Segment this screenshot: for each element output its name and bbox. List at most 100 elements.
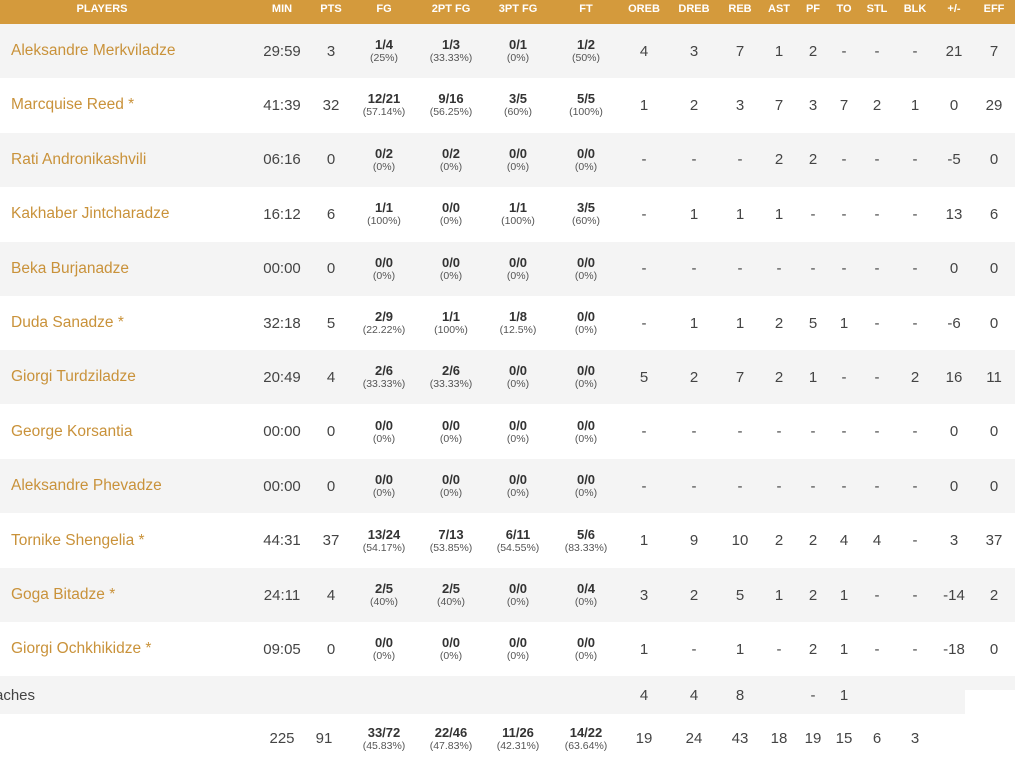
cell-ast: - — [776, 423, 782, 441]
cell-ft: 3/5 (60%) — [572, 187, 600, 241]
cell-oreb: 4 — [639, 42, 649, 60]
cell-fg-made: 0/0 — [374, 417, 394, 433]
cell-oreb: - — [641, 477, 647, 495]
cell-fg: 13/24 (54.17%) — [363, 514, 406, 568]
cell-fg-pct: (25%) — [369, 52, 399, 64]
cell-min: 20:49 — [263, 368, 301, 386]
cell-pm: 3 — [949, 532, 959, 550]
cell-stl: 4 — [872, 532, 882, 550]
cell-stl: - — [874, 368, 880, 386]
cell-fg3-pct: (0%) — [506, 269, 530, 282]
total-ft-pct: (63.64%) — [564, 739, 608, 752]
header-oreb[interactable]: OREB — [628, 0, 660, 20]
cell-fg: 1/1 (100%) — [367, 187, 401, 241]
cell-blk: 2 — [910, 368, 920, 386]
cell-to: - — [841, 205, 847, 223]
cell-fg3-made: 0/0 — [508, 363, 528, 379]
cell-dreb: 2 — [689, 96, 699, 114]
cell-fg: 0/0 (0%) — [373, 242, 395, 296]
cell-pm: -5 — [947, 151, 961, 169]
header-reb[interactable]: REB — [728, 0, 751, 20]
cell-min: 24:11 — [263, 586, 301, 604]
cell-ast: 1 — [774, 586, 784, 604]
cell-fg2-made: 0/0 — [441, 635, 461, 651]
cell-dreb: - — [691, 151, 697, 169]
cell-eff: 0 — [989, 477, 999, 495]
player-name-link[interactable]: Giorgi Ochkhikidze * — [11, 622, 151, 676]
player-name-link[interactable]: Goga Bitadze * — [11, 568, 115, 622]
cell-ft-made: 0/0 — [576, 145, 596, 161]
cell-fg2-made: 1/3 — [441, 37, 461, 52]
cell-ft: 5/5 (100%) — [569, 78, 603, 132]
header-ft[interactable]: FT — [579, 0, 592, 20]
header-players[interactable]: PLAYERS — [77, 0, 128, 20]
header-eff[interactable]: EFF — [984, 0, 1005, 20]
cell-fg3-made: 0/0 — [508, 254, 528, 270]
header-3pt-fg[interactable]: 3PT FG — [499, 0, 538, 20]
header-stl[interactable]: STL — [867, 0, 888, 20]
header-min[interactable]: MIN — [272, 0, 292, 20]
cell-to: 1 — [839, 314, 849, 332]
cell-fg2-made: 0/0 — [441, 417, 461, 433]
player-name-link[interactable]: Aleksandre Merkviladze — [11, 24, 176, 78]
cell-fg2-pct: (33.33%) — [429, 52, 473, 64]
cell-ft-pct: (0%) — [574, 596, 598, 608]
header-2pt-fg[interactable]: 2PT FG — [432, 0, 471, 20]
cell-fg-made: 0/0 — [374, 635, 394, 651]
player-name-link[interactable]: Beka Burjanadze — [11, 242, 129, 296]
cell-to: - — [841, 368, 847, 386]
cell-fg3: 0/0 (0%) — [507, 405, 529, 459]
cell-to: - — [841, 260, 847, 278]
header-pts[interactable]: PTS — [320, 0, 341, 20]
total-pts: 91 — [315, 730, 333, 747]
total-ft-made: 14/22 — [569, 724, 603, 740]
header-pf[interactable]: PF — [806, 0, 820, 20]
cell-eff: 0 — [989, 260, 999, 278]
header-fg[interactable]: FG — [376, 0, 391, 20]
cell-to: - — [841, 477, 847, 495]
cell-pf: 2 — [808, 640, 818, 658]
cell-fg: 2/5 (40%) — [370, 568, 398, 622]
cell-ast: 2 — [774, 151, 784, 169]
cell-ft: 0/0 (0%) — [575, 133, 597, 187]
cell-pm: -6 — [947, 314, 961, 332]
cell-fg-made: 2/6 — [374, 363, 394, 379]
player-name-link[interactable]: Duda Sanadze * — [11, 296, 124, 350]
player-name-link[interactable]: Giorgi Turdziladze — [11, 350, 136, 404]
cell-pf: 2 — [808, 532, 818, 550]
cell-pm: 0 — [949, 477, 959, 495]
header-ast[interactable]: AST — [768, 0, 790, 20]
total-fg-made: 33/72 — [367, 724, 401, 740]
cell-blk: - — [912, 205, 918, 223]
cell-fg: 2/9 (22.22%) — [363, 296, 406, 350]
cell-fg-made: 1/1 — [374, 200, 394, 216]
player-name-link[interactable]: Marcquise Reed * — [11, 78, 134, 132]
cell-eff: 37 — [985, 532, 1003, 550]
cell-min: 00:00 — [263, 477, 301, 495]
cell-pts: 6 — [326, 205, 336, 223]
cell-eff: 29 — [985, 96, 1003, 114]
cell-fg2-pct: (0%) — [439, 269, 463, 282]
header-plus-minus[interactable]: +/- — [947, 0, 960, 20]
cell-fg: 0/0 (0%) — [373, 405, 395, 459]
player-name-link[interactable]: George Korsantia — [11, 405, 133, 459]
team-coaches-row: aches 4 4 8 - 1 — [0, 676, 1015, 714]
player-name-link[interactable]: Rati Andronikashvili — [11, 133, 146, 187]
cell-blk: - — [912, 586, 918, 604]
cell-fg3-pct: (60%) — [503, 106, 533, 119]
cell-ft-pct: (60%) — [571, 215, 601, 228]
cell-fg3-pct: (0%) — [506, 160, 530, 173]
header-blk[interactable]: BLK — [904, 0, 927, 20]
player-name-link[interactable]: Kakhaber Jintcharadze — [11, 187, 170, 241]
header-to[interactable]: TO — [836, 0, 851, 20]
player-name-link[interactable]: Tornike Shengelia * — [11, 514, 145, 568]
header-dreb[interactable]: DREB — [678, 0, 709, 20]
cell-ft-made: 5/5 — [576, 91, 596, 107]
player-name-link[interactable]: Aleksandre Phevadze — [11, 459, 162, 513]
table-row: Beka Burjanadze 00:00 0 0/0 (0%) 0/0 (0%) 0/0 (0… — [0, 241, 1015, 296]
cell-pf: - — [810, 260, 816, 278]
cell-ft-made: 1/2 — [576, 37, 596, 52]
cell-fg3: 0/0 (0%) — [507, 133, 529, 187]
cell-min: 00:00 — [263, 423, 301, 441]
cell-fg2: 0/0 (0%) — [440, 622, 462, 676]
